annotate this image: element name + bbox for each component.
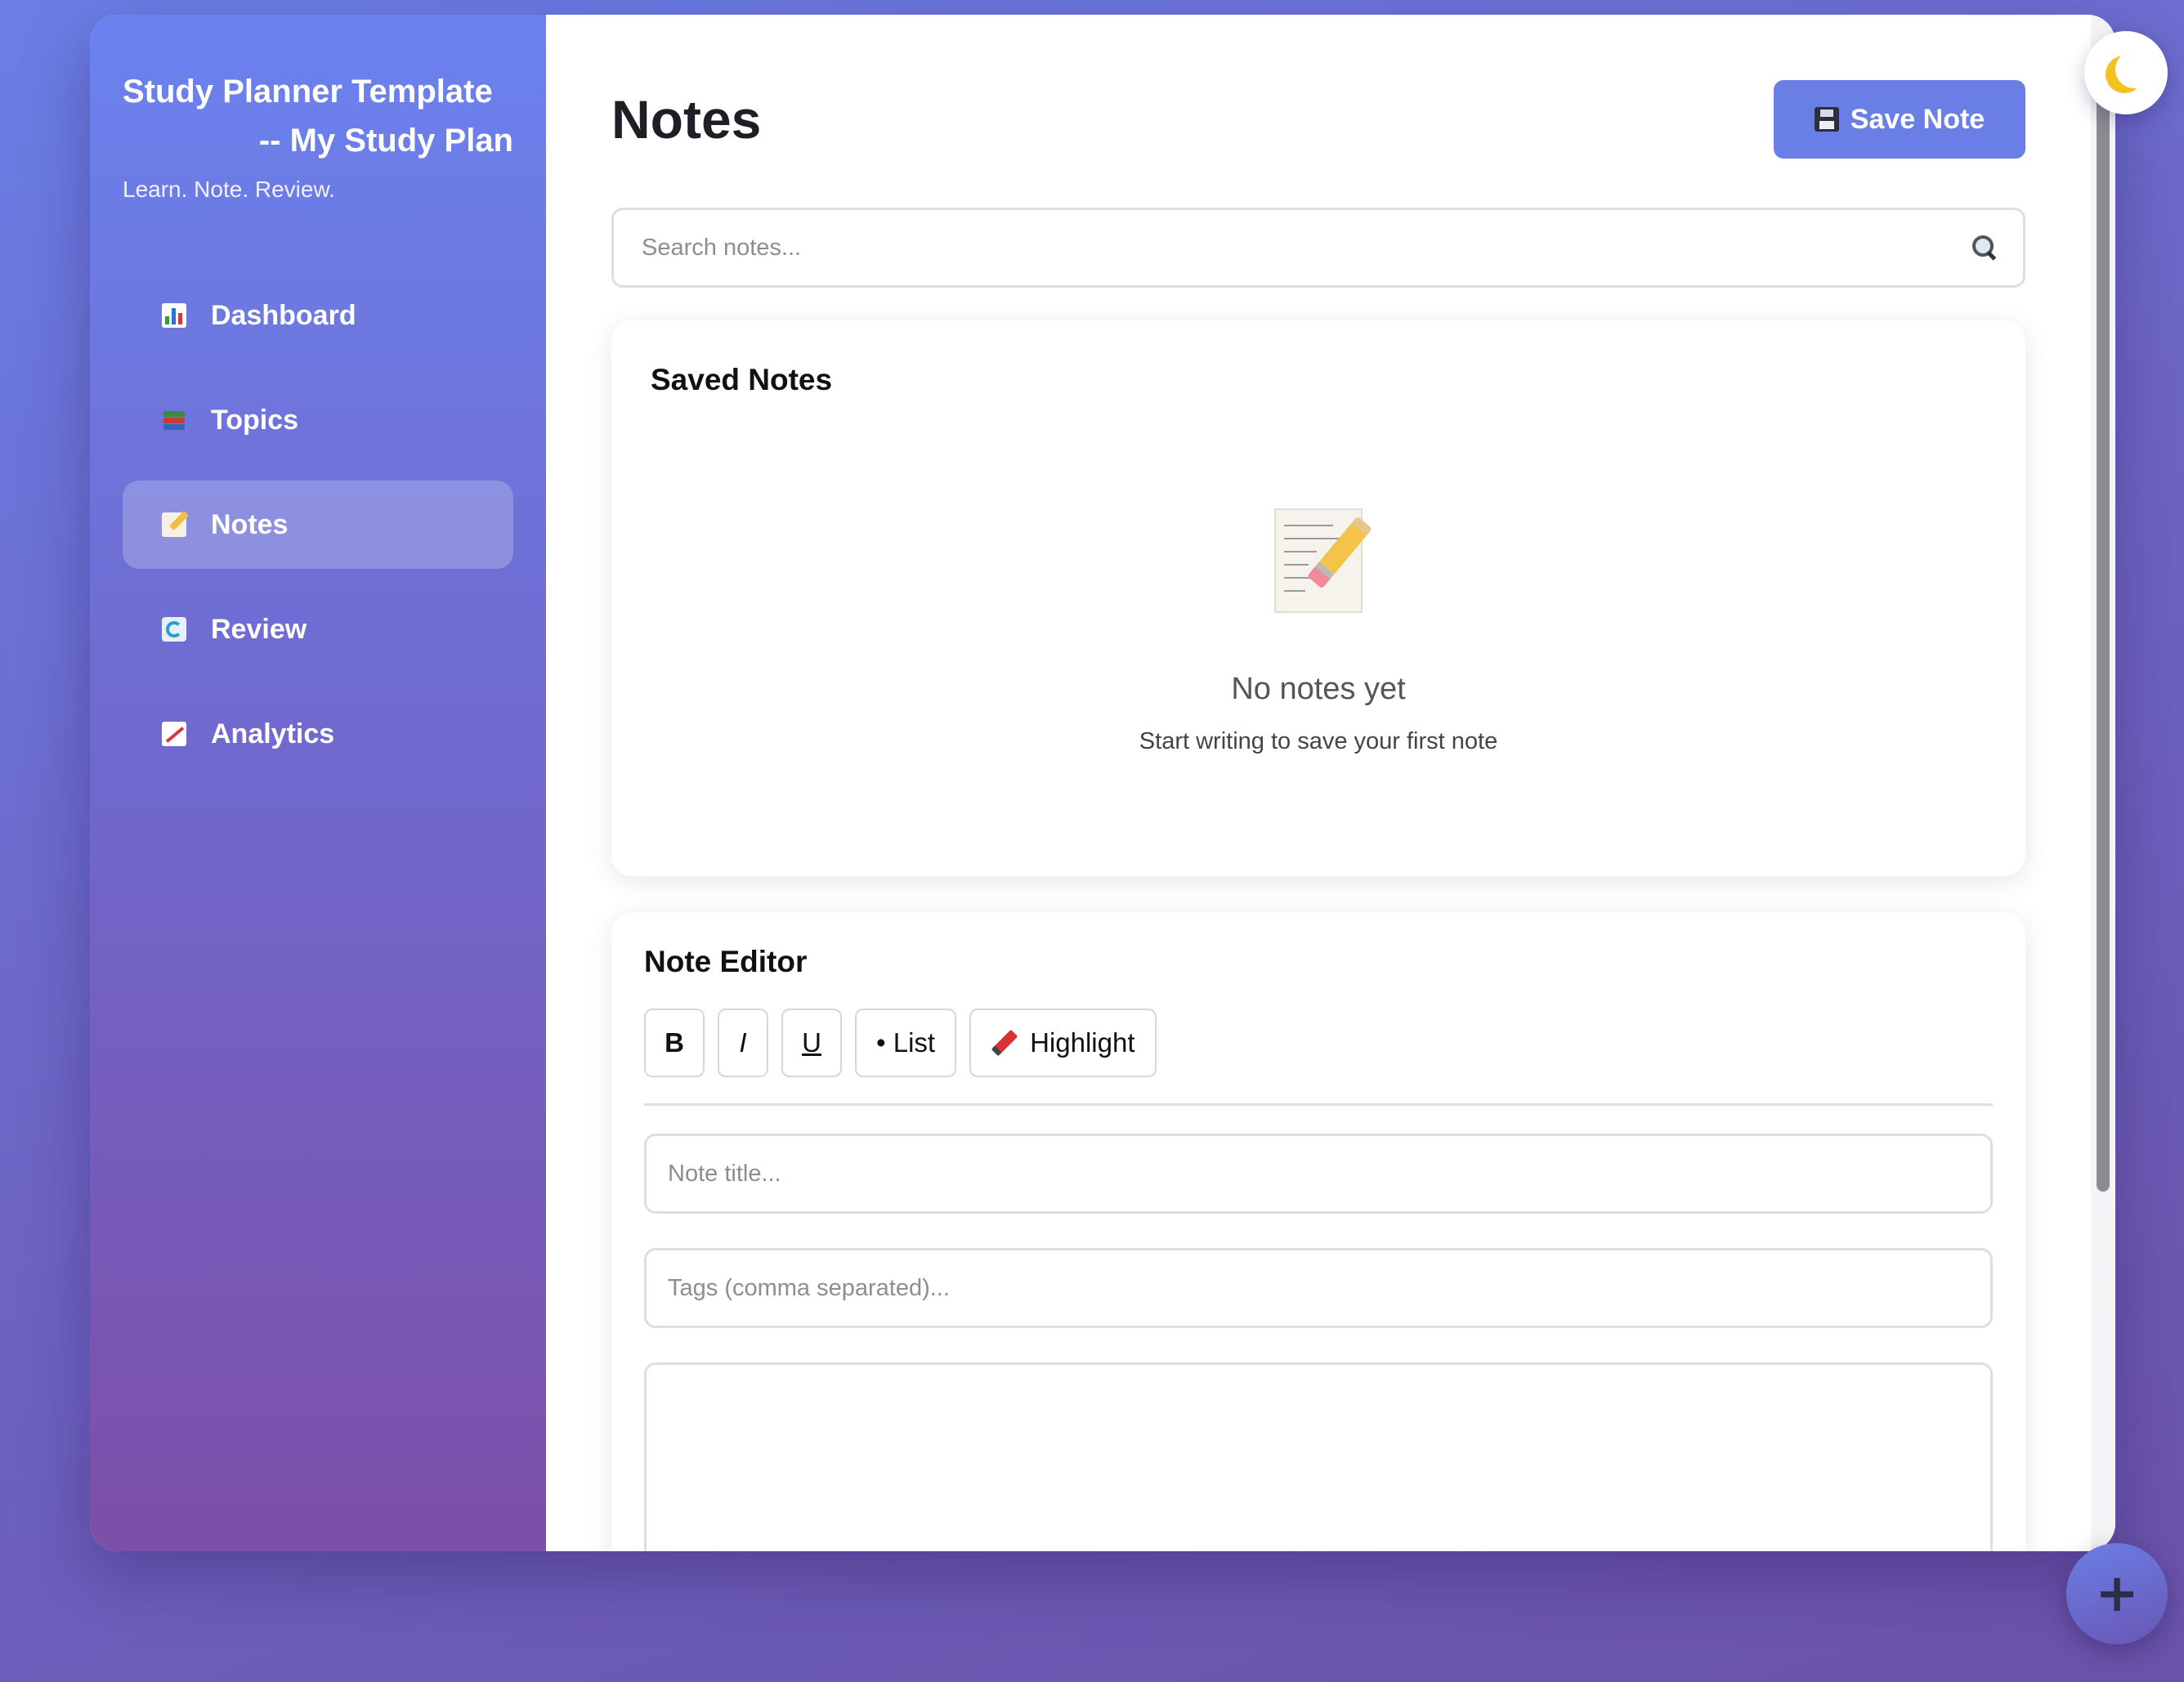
search-bar xyxy=(611,208,2025,288)
bar-chart-icon xyxy=(162,303,186,328)
memo-icon xyxy=(162,510,190,537)
floppy-disk-icon xyxy=(1814,107,1839,132)
search-icon[interactable] xyxy=(1971,234,1998,262)
brand-tagline: Learn. Note. Review. xyxy=(123,177,335,202)
editor-toolbar: B I U • List Highlight xyxy=(644,1009,1993,1106)
main-content: Notes Save Note Saved Notes xyxy=(546,15,2115,1551)
empty-state-subtitle: Start writing to save your first note xyxy=(1139,728,1498,754)
sidebar-item-review[interactable]: Review xyxy=(123,585,513,673)
sidebar-item-label: Analytics xyxy=(211,718,335,749)
note-tags-input[interactable] xyxy=(644,1248,1993,1328)
brand-title-line2: -- My Study Plan xyxy=(258,123,513,159)
brand-title: Study Planner Template -- My Study Plan xyxy=(123,67,513,165)
sidebar-item-label: Topics xyxy=(211,404,299,436)
sidebar-item-label: Review xyxy=(211,613,307,645)
pencil-icon xyxy=(1306,516,1373,589)
refresh-icon xyxy=(162,617,186,642)
search-input[interactable] xyxy=(642,234,1971,262)
scrollbar-thumb[interactable] xyxy=(2097,47,2110,1192)
empty-state: No notes yet Start writing to save your … xyxy=(651,508,1986,755)
sidebar: Study Planner Template -- My Study Plan … xyxy=(90,15,546,1551)
page-header: Notes Save Note xyxy=(611,15,2025,159)
crayon-icon xyxy=(991,1029,1018,1057)
underline-button[interactable]: U xyxy=(781,1009,842,1077)
moon-icon xyxy=(2115,51,2153,88)
saved-notes-title: Saved Notes xyxy=(651,363,833,396)
books-icon xyxy=(162,408,186,432)
memo-icon xyxy=(1274,508,1373,613)
note-title-input[interactable] xyxy=(644,1134,1993,1214)
list-button[interactable]: • List xyxy=(855,1009,957,1077)
app-window: Study Planner Template -- My Study Plan … xyxy=(90,15,2115,1551)
empty-state-title: No notes yet xyxy=(1231,672,1406,706)
sidebar-item-analytics[interactable]: Analytics xyxy=(123,690,513,778)
scrollbar[interactable] xyxy=(2091,15,2115,1551)
save-note-label: Save Note xyxy=(1850,103,1985,135)
save-note-button[interactable]: Save Note xyxy=(1774,80,2025,159)
highlight-label: Highlight xyxy=(1030,1027,1135,1058)
italic-button[interactable]: I xyxy=(718,1009,768,1077)
note-body-textarea[interactable] xyxy=(644,1362,1993,1551)
chart-increasing-icon xyxy=(162,722,186,746)
add-note-fab[interactable]: + xyxy=(2066,1543,2168,1644)
sidebar-item-topics[interactable]: Topics xyxy=(123,376,513,464)
sidebar-item-notes[interactable]: Notes xyxy=(123,481,513,569)
highlight-button[interactable]: Highlight xyxy=(969,1009,1157,1077)
sidebar-item-label: Notes xyxy=(211,508,289,540)
theme-toggle-button[interactable] xyxy=(2084,31,2168,114)
sidebar-nav: Dashboard Topics Notes Review Analytics xyxy=(123,271,513,778)
saved-notes-card: Saved Notes No notes yet Start writing t… xyxy=(611,320,2025,876)
brand-title-line1: Study Planner Template xyxy=(123,74,493,110)
note-editor-title: Note Editor xyxy=(644,945,808,978)
bold-button[interactable]: B xyxy=(644,1009,705,1077)
sidebar-item-dashboard[interactable]: Dashboard xyxy=(123,271,513,360)
note-editor-card: Note Editor B I U • List Highlight xyxy=(611,912,2025,1551)
sidebar-item-label: Dashboard xyxy=(211,299,356,331)
page-title: Notes xyxy=(611,89,762,150)
